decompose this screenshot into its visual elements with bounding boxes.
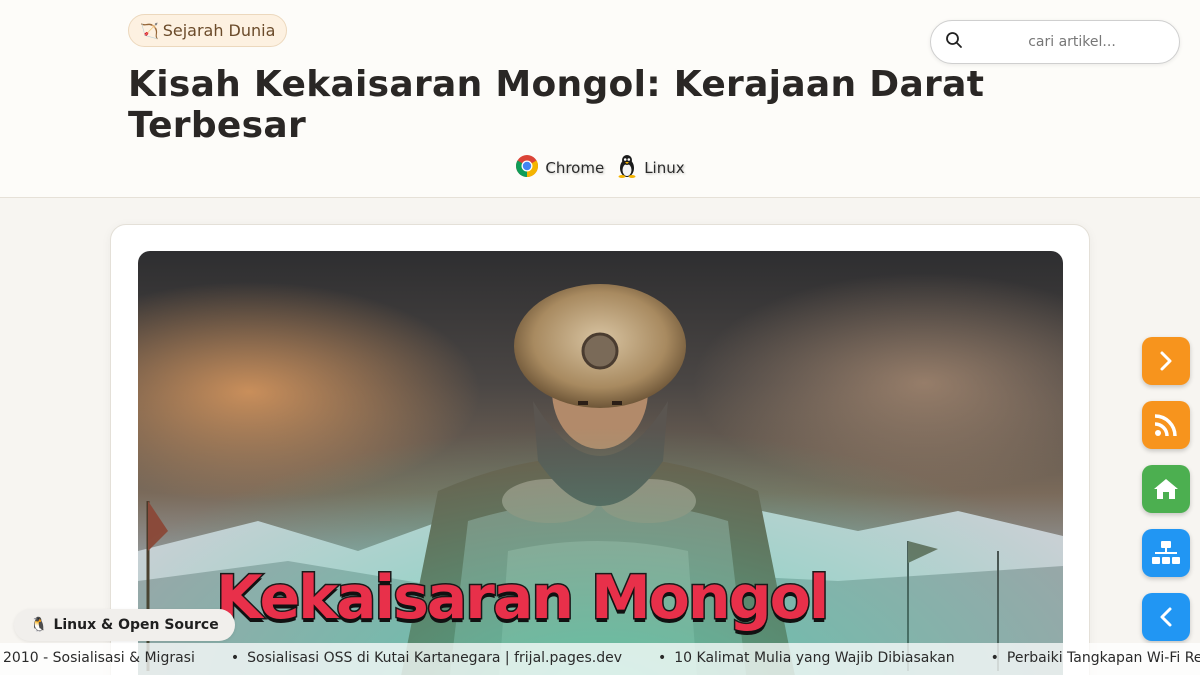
- category-chip[interactable]: 🏹 Sejarah Dunia: [128, 14, 288, 47]
- home-icon: [1153, 477, 1179, 501]
- bow-arrow-icon: 🏹: [140, 21, 159, 40]
- chrome-icon: [515, 154, 539, 182]
- ticker-track: a 2010 - Sosialisasi & Migrasi • Sosialis…: [0, 650, 1200, 666]
- search-icon[interactable]: [945, 31, 963, 53]
- search-box[interactable]: [930, 20, 1180, 64]
- platform-linux: Linux: [616, 154, 685, 182]
- ticker-item[interactable]: •Perbaiki Tangkapan Wi-Fi Realtek: [991, 650, 1200, 666]
- search-input[interactable]: [977, 27, 1167, 57]
- news-ticker: a 2010 - Sosialisasi & Migrasi • Sosialis…: [0, 643, 1200, 675]
- rss-button[interactable]: [1142, 401, 1190, 449]
- linux-tux-icon: [616, 154, 638, 182]
- rss-icon: [1153, 412, 1179, 438]
- chevron-right-icon: [1155, 350, 1177, 372]
- page-title: Kisah Kekaisaran Mongol: Kerajaan Darat …: [128, 64, 985, 146]
- home-button[interactable]: [1142, 465, 1190, 513]
- hero-overlay-title: Kekaisaran Mongol: [214, 562, 830, 635]
- ticker-item[interactable]: • 10 Kalimat Mulia yang Wajib Dibiasakan: [658, 650, 991, 666]
- bullet-icon: •: [990, 650, 999, 666]
- platform-chrome: Chrome: [515, 154, 604, 182]
- chip-label: Linux & Open Source: [53, 617, 219, 633]
- penguin-icon: 🐧: [30, 617, 48, 633]
- platform-list: Chrome Linux: [0, 154, 1200, 182]
- linux-open-source-chip[interactable]: 🐧 Linux & Open Source: [14, 609, 235, 641]
- sitemap-icon: [1151, 540, 1181, 566]
- ticker-item[interactable]: • Sosialisasi OSS di Kutai Kartanegara | …: [231, 650, 658, 666]
- hero-image: Kekaisaran Mongol: [138, 251, 1063, 675]
- back-button[interactable]: [1142, 593, 1190, 641]
- category-label: Sejarah Dunia: [162, 21, 276, 40]
- sitemap-button[interactable]: [1142, 529, 1190, 577]
- ticker-item[interactable]: a 2010 - Sosialisasi & Migrasi: [0, 650, 231, 666]
- page-header: 🏹 Sejarah Dunia Kisah Kekaisaran Mongol:…: [0, 0, 1200, 198]
- bullet-icon: •: [657, 650, 667, 666]
- chevron-left-icon: [1155, 606, 1177, 628]
- bullet-icon: •: [230, 650, 240, 666]
- next-button[interactable]: [1142, 337, 1190, 385]
- platform-label: Linux: [644, 159, 685, 177]
- platform-label: Chrome: [545, 159, 605, 177]
